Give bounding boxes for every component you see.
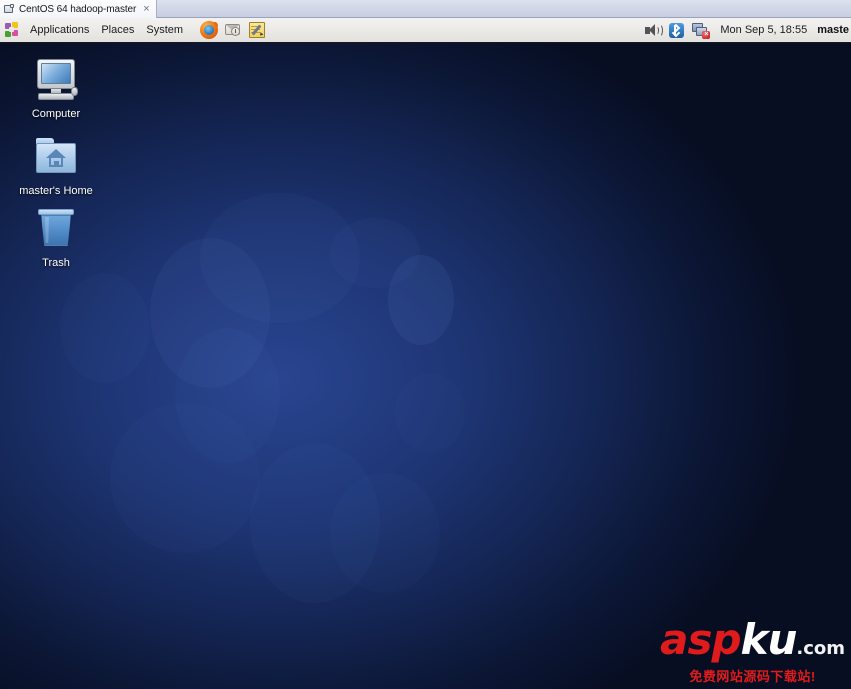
vmware-tab-centos[interactable]: CentOS 64 hadoop-master × (0, 0, 157, 18)
gedit-icon[interactable] (247, 20, 267, 40)
watermark-ku: ku (740, 615, 798, 664)
network-error-badge: × (702, 30, 711, 39)
gnome-top-panel: Applications Places System × Mon Sep 5, … (0, 18, 851, 43)
bluetooth-icon[interactable] (667, 21, 686, 40)
wallpaper-bokeh (388, 255, 454, 345)
desktop-area[interactable]: Computer master's Home Trash aspku.com 免… (0, 43, 851, 689)
menu-places-label: Places (101, 24, 135, 36)
vm-screen-icon (4, 3, 15, 15)
trash-bin-icon (14, 205, 98, 253)
wallpaper-bokeh (200, 193, 360, 323)
evolution-icon[interactable] (223, 20, 243, 40)
wallpaper-bokeh (150, 238, 270, 388)
desktop-icon-computer[interactable]: Computer (14, 56, 98, 122)
watermark-asp: asp (660, 615, 741, 664)
close-icon[interactable]: × (143, 3, 149, 15)
desktop-icon-computer-label: Computer (31, 108, 81, 120)
wallpaper-bokeh (330, 473, 440, 593)
panel-right-section: × Mon Sep 5, 18:55 maste (643, 18, 851, 42)
wallpaper-bokeh (250, 443, 380, 603)
centos-logo-icon (5, 21, 22, 39)
panel-launchers (199, 20, 267, 40)
wallpaper-bokeh (175, 328, 280, 463)
watermark-logo: aspku.com (660, 619, 845, 670)
watermark-subtitle: 免费网站源码下载站! (689, 669, 816, 684)
panel-clock[interactable]: Mon Sep 5, 18:55 (710, 24, 817, 36)
vmware-tab-title: CentOS 64 hadoop-master (19, 3, 137, 15)
wallpaper-bokeh (330, 218, 420, 288)
watermark-com: .com (796, 638, 845, 659)
desktop-icon-trash[interactable]: Trash (14, 205, 98, 271)
home-folder-icon (14, 133, 98, 181)
menu-applications-label: Applications (30, 24, 90, 36)
wallpaper-bokeh (60, 273, 150, 383)
network-disconnected-icon[interactable]: × (691, 21, 711, 40)
menu-places[interactable]: Places (95, 20, 140, 40)
desktop-icon-home[interactable]: master's Home (14, 133, 98, 199)
system-tray: × (643, 21, 711, 40)
desktop-icon-trash-label: Trash (42, 257, 70, 269)
screen: CentOS 64 hadoop-master × Applications P… (0, 0, 851, 689)
user-menu-label[interactable]: maste (817, 24, 851, 36)
firefox-icon[interactable] (199, 20, 219, 40)
vmware-tab-bar: CentOS 64 hadoop-master × (0, 0, 851, 18)
site-watermark: aspku.com 免费网站源码下载站! (660, 619, 845, 685)
volume-icon[interactable] (643, 21, 664, 40)
wallpaper-bokeh (395, 373, 465, 453)
menu-system-label: System (146, 24, 184, 36)
wallpaper-bokeh (110, 403, 260, 553)
computer-monitor-icon (14, 56, 98, 104)
menu-system[interactable]: System (140, 20, 189, 40)
desktop-icon-home-label: master's Home (19, 185, 93, 197)
menu-applications[interactable]: Applications (24, 20, 95, 40)
panel-left-section: Applications Places System (0, 18, 267, 42)
